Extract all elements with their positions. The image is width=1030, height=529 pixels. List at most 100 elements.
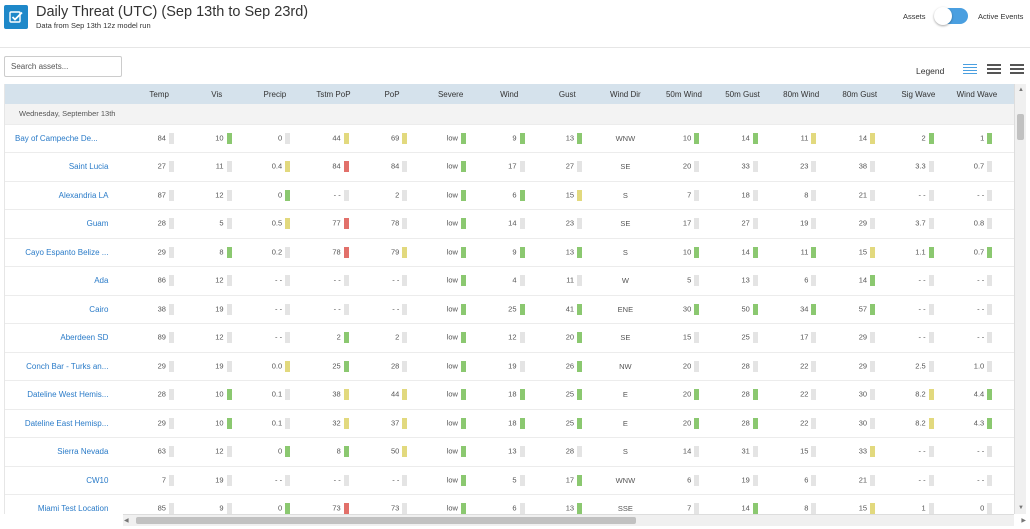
threat-level-indicator (577, 332, 583, 344)
column-header[interactable]: Wind Wave (947, 84, 1007, 104)
cell-value: SE (620, 219, 631, 229)
scroll-left-icon[interactable]: ◀ (124, 517, 129, 524)
table-row[interactable]: Saint Lucia 27 11 0.4 84 84 low 17 27 SE 20 33 23 38 3… (5, 152, 1014, 182)
column-header[interactable]: PoP (362, 84, 422, 104)
scroll-up-icon[interactable]: ▲ (1018, 87, 1024, 93)
data-cell: 1 (889, 494, 948, 514)
table-row[interactable]: Ada 86 12 - - - - - - low 4 11 W 5 13 6 14 - - - - - - (5, 266, 1014, 296)
data-cell: 2 (304, 323, 363, 353)
horizontal-scroll-thumb[interactable] (136, 517, 636, 524)
threat-level-indicator (519, 474, 525, 486)
cell-value: 14 (858, 275, 868, 285)
data-cell: 0.5 (245, 209, 305, 239)
threat-level-indicator (343, 246, 349, 258)
data-cell: SE (596, 152, 655, 182)
cell-value: 6 (804, 475, 809, 485)
data-cell: 12 (187, 323, 246, 353)
column-header[interactable]: Vis (187, 84, 246, 104)
location-link[interactable]: Cayo Espanto Belize ... (5, 238, 131, 267)
cell-value: 44 (332, 133, 341, 143)
density-comfortable-icon[interactable] (1010, 64, 1024, 76)
assets-events-toggle[interactable] (934, 7, 968, 25)
horizontal-scrollbar[interactable]: ◀ ▶ (123, 514, 1026, 526)
cell-value: 22 (800, 389, 809, 399)
location-link[interactable]: Miami Test Location (5, 494, 131, 514)
density-normal-icon[interactable] (987, 64, 1001, 76)
column-header[interactable]: Tstm PoP (304, 84, 363, 104)
threat-level-indicator (928, 246, 934, 258)
cell-value: 25 (741, 332, 750, 342)
threat-level-indicator (752, 303, 758, 315)
location-link[interactable]: Alexandria LA (5, 181, 131, 210)
column-header[interactable]: 50m Gust (713, 84, 772, 104)
search-assets-input[interactable] (4, 56, 122, 77)
location-link[interactable]: Ada (5, 266, 131, 296)
threat-level-indicator (460, 246, 466, 258)
location-link[interactable]: Sierra Nevada (5, 437, 131, 467)
table-row[interactable]: Cairo 38 19 - - - - - - low 25 41 ENE 30 50 34 57 - - -… (5, 295, 1014, 324)
location-link[interactable]: Dateline West Hemis... (5, 380, 131, 410)
app-header: Daily Threat (UTC) (Sep 13th to Sep 23rd… (0, 0, 1030, 48)
table-row[interactable]: Aberdeen SD 89 12 - - 2 2 low 12 20 SE 15 25 17 29 - -… (5, 323, 1014, 353)
column-header[interactable]: 50m Wind (654, 84, 714, 104)
column-header[interactable]: Severe (421, 84, 480, 104)
table-row[interactable]: Guam 28 5 0.5 77 78 low 14 23 SE 17 27 19 29 3.7 0.8 E (5, 209, 1014, 239)
threat-level-indicator (870, 303, 876, 315)
column-header[interactable]: Wind (479, 84, 539, 104)
location-link[interactable]: Guam (5, 209, 131, 239)
threat-level-indicator (694, 246, 700, 258)
column-header[interactable]: Wind Wa (1006, 84, 1014, 104)
table-row[interactable]: Miami Test Location 85 9 0 73 73 low 6 13 SSE 7 14 8… (5, 494, 1014, 514)
threat-level-indicator (870, 332, 876, 344)
column-header[interactable]: Wind Dir (596, 84, 655, 104)
scroll-right-icon[interactable]: ▶ (1021, 517, 1026, 524)
location-link[interactable]: Aberdeen SD (5, 323, 131, 353)
table-row[interactable]: Bay of Campeche De... 84 10 0 44 69 low 9 13 WNW 1… (5, 124, 1014, 153)
data-cell: 25 (479, 295, 539, 324)
location-link[interactable]: Conch Bar - Turks an... (5, 352, 131, 381)
legend-label[interactable]: Legend (916, 66, 944, 76)
column-header[interactable]: Gust (538, 84, 597, 104)
column-header[interactable]: Temp (130, 84, 188, 104)
table-row[interactable]: Dateline East Hemisp... 29 10 0.1 32 37 low 18 2… (5, 409, 1014, 438)
density-compact-icon[interactable] (963, 64, 977, 76)
location-link[interactable]: CW10 (5, 466, 131, 495)
data-cell: - - (1006, 437, 1014, 467)
cell-value: 25 (332, 361, 341, 371)
cell-value: 4 (512, 275, 517, 285)
data-cell: 37 (362, 409, 422, 438)
table-row[interactable]: Sierra Nevada 63 12 0 8 50 low 13 28 S 14 31 15 33 - -… (5, 437, 1014, 467)
location-link[interactable]: Dateline East Hemisp... (5, 409, 131, 438)
column-header[interactable]: 80m Wind (771, 84, 831, 104)
location-link[interactable]: Cairo (5, 295, 131, 324)
threat-level-indicator (811, 246, 817, 258)
threat-level-indicator (343, 503, 349, 514)
cell-value: 69 (390, 133, 400, 143)
column-header[interactable]: 80m Gust (830, 84, 890, 104)
table-row[interactable]: Cayo Espanto Belize ... 29 8 0.2 78 79 low 9 13 S… (5, 238, 1014, 267)
data-cell: low (421, 181, 480, 210)
threat-level-indicator (460, 303, 466, 315)
cell-value: 2 (395, 332, 400, 342)
table-row[interactable]: CW10 7 19 - - - - - - low 5 17 WNW 6 19 6 21 - - - - - - (5, 466, 1014, 495)
threat-grid[interactable]: Temp Vis Precip Tstm PoP PoP Severe Wind Gust Wi… (4, 84, 1014, 514)
threat-level-indicator (285, 132, 291, 144)
table-row[interactable]: Alexandria LA 87 12 0 - - 2 low 6 15 S 7 18 8 21 - - - … (5, 181, 1014, 210)
vertical-scrollbar[interactable]: ▲ ▼ (1014, 84, 1026, 514)
table-row[interactable]: Conch Bar - Turks an... 29 19 0.0 25 28 low 19 2… (5, 352, 1014, 381)
data-cell: - - (947, 295, 1007, 324)
location-link[interactable]: Bay of Campeche De... (5, 124, 131, 153)
location-link[interactable]: Saint Lucia (5, 152, 131, 182)
scroll-down-icon[interactable]: ▼ (1018, 505, 1024, 511)
data-cell: 6 (771, 466, 831, 495)
cell-value: 7 (687, 190, 692, 200)
column-header[interactable]: Sig Wave (889, 84, 948, 104)
vertical-scroll-thumb[interactable] (1017, 114, 1024, 140)
cell-value: 2.5 (915, 361, 926, 371)
data-cell: 28 (130, 380, 188, 410)
data-cell: 6 (654, 466, 714, 495)
data-cell: 6 (771, 266, 831, 296)
checklist-icon[interactable] (4, 5, 28, 29)
table-row[interactable]: Dateline West Hemis... 28 10 0.1 38 44 low 18 25… (5, 380, 1014, 410)
column-header[interactable]: Precip (245, 84, 305, 104)
